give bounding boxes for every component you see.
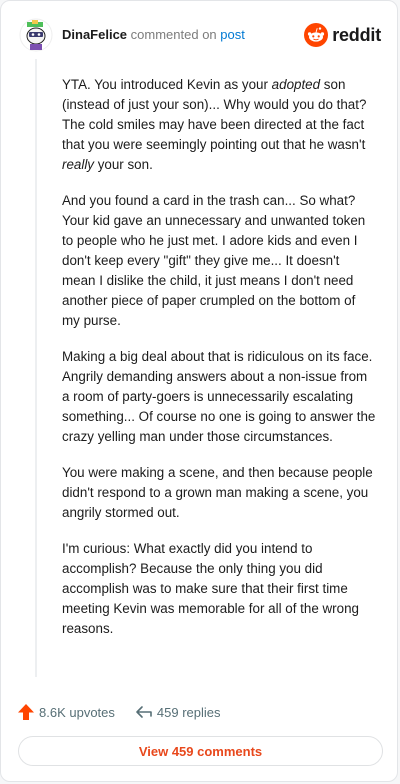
user-avatar[interactable] [19,18,53,52]
comment-meta: DinaFelice commented on post [62,27,245,43]
reddit-wordmark: reddit [332,24,381,45]
comment-paragraph: I'm curious: What exactly did you intend… [62,541,359,636]
thread-line[interactable] [35,59,37,677]
comment-actions: 8.6K upvotes 459 replies [17,701,221,723]
comment-header: DinaFelice commented on post reddit [19,15,381,55]
upvote-arrow-icon[interactable] [17,703,35,721]
post-link[interactable]: post [220,27,245,42]
emphasis-text: adopted [271,77,321,92]
reply-arrow-icon [136,706,152,718]
reddit-logo[interactable]: reddit [304,23,381,47]
comment-paragraph: You were making a scene, and then becaus… [62,465,373,520]
comment-paragraph: YTA. You introduced Kevin as your adopte… [62,77,367,172]
reply-action[interactable]: 459 replies [135,704,221,720]
upvote-action[interactable]: 8.6K upvotes [17,703,115,721]
comment-body: YTA. You introduced Kevin as your adopte… [62,75,376,655]
action-text: commented on [130,27,217,42]
upvote-count: 8.6K upvotes [39,704,115,720]
comment-paragraph: And you found a card in the trash can...… [62,193,366,328]
comment-paragraph: Making a big deal about that is ridiculo… [62,349,376,444]
emphasis-text: really [62,157,94,172]
username-link[interactable]: DinaFelice [62,27,127,42]
comment-card: DinaFelice commented on post reddit YTA.… [0,0,398,782]
reply-count: 459 replies [156,704,221,720]
view-comments-button[interactable]: View 459 comments [18,736,383,766]
avatar-snoo-icon [19,18,53,52]
reddit-snoo-icon [304,23,329,47]
